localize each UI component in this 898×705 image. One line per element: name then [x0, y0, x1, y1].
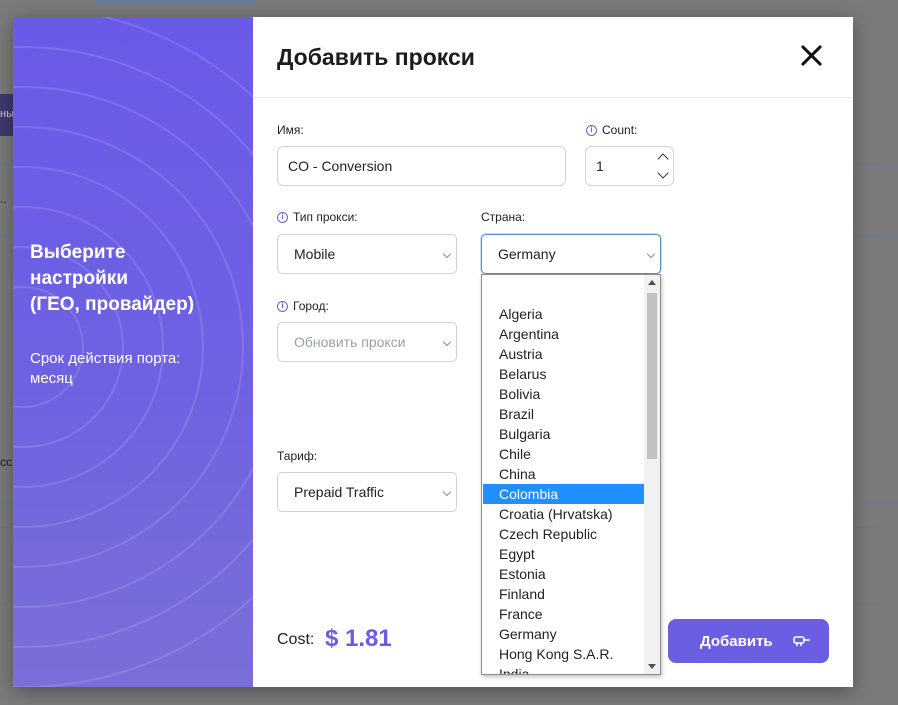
scroll-down-icon[interactable] [648, 664, 656, 669]
country-option[interactable]: Argentina [483, 324, 644, 344]
modal-sidebar: Выберите настройки (ГЕО, провайдер) Срок… [13, 17, 253, 687]
proxy-type-label: i Тип прокси: [277, 210, 358, 224]
chevron-down-icon [442, 337, 452, 347]
country-label-text: Страна: [481, 210, 526, 224]
country-option[interactable]: Czech Republic [483, 524, 644, 544]
tariff-value: Prepaid Traffic [294, 484, 385, 500]
country-option[interactable]: Bolivia [483, 384, 644, 404]
count-label: i Count: [586, 123, 637, 137]
add-proxy-modal: Выберите настройки (ГЕО, провайдер) Срок… [13, 17, 853, 687]
country-option[interactable] [483, 284, 644, 304]
name-label-text: Имя: [277, 123, 304, 137]
count-stepper[interactable]: 1 [585, 146, 674, 186]
country-option[interactable]: Colombia [483, 484, 644, 504]
country-option[interactable]: Croatia (Hrvatska) [483, 504, 644, 524]
background-top-bar [95, 0, 255, 3]
country-option[interactable]: Belarus [483, 364, 644, 384]
info-icon[interactable]: i [277, 211, 288, 223]
add-button[interactable]: Добавить [668, 619, 829, 663]
tariff-label-text: Тариф: [277, 449, 318, 463]
country-option[interactable]: Austria [483, 344, 644, 364]
count-label-text: Count: [602, 123, 638, 137]
sidebar-subtitle: Срок действия порта: месяц [30, 350, 181, 387]
country-option[interactable]: China [483, 464, 644, 484]
city-label: i Город: [277, 299, 329, 313]
chevron-down-icon [442, 249, 452, 259]
chevron-up-icon[interactable] [657, 153, 669, 165]
chevron-down-icon[interactable] [657, 167, 669, 179]
name-input[interactable]: CO - Conversion [277, 146, 566, 186]
country-option[interactable]: Bulgaria [483, 424, 644, 444]
chevron-down-icon [646, 249, 656, 259]
country-option[interactable]: Finland [483, 584, 644, 604]
proxy-type-value: Mobile [294, 246, 336, 262]
info-icon[interactable]: i [586, 124, 597, 136]
country-dropdown-list[interactable]: Algeria Argentina Austria Belarus Bolivia Bra… [481, 274, 661, 675]
cost-value: $ 1.81 [325, 625, 392, 652]
tariff-select[interactable]: Prepaid Traffic [277, 472, 457, 512]
close-icon[interactable] [799, 43, 825, 69]
count-value: 1 [596, 158, 604, 174]
background-text: .. [0, 192, 7, 206]
country-label: Страна: [481, 210, 525, 224]
country-option[interactable]: Chile [483, 444, 644, 464]
country-option[interactable]: Brazil [483, 404, 644, 424]
dropdown-scrollbar[interactable] [644, 275, 660, 674]
proxy-type-select[interactable]: Mobile [277, 234, 457, 274]
country-option[interactable]: India [483, 664, 644, 674]
city-select[interactable]: Обновить прокси [277, 322, 457, 362]
country-value: Germany [498, 246, 556, 262]
country-option[interactable]: France [483, 604, 644, 624]
city-placeholder: Обновить прокси [294, 334, 406, 350]
tariff-label: Тариф: [277, 449, 317, 463]
background-tab-label: ны [0, 108, 14, 120]
cost-label: Cost: [277, 631, 315, 648]
proxy-type-label-text: Тип прокси: [293, 210, 358, 224]
name-label: Имя: [277, 123, 304, 137]
info-icon[interactable]: i [277, 300, 288, 312]
add-button-label: Добавить [700, 632, 773, 650]
country-option[interactable]: Estonia [483, 564, 644, 584]
country-option[interactable]: Hong Kong S.A.R. [483, 644, 644, 664]
background-tab: ны [0, 94, 14, 136]
chevron-down-icon [442, 487, 452, 497]
country-option[interactable]: Egypt [483, 544, 644, 564]
sidebar-title: Выберите настройки (ГЕО, провайдер) [30, 242, 195, 315]
plug-icon [793, 636, 810, 646]
background-text: cc [0, 455, 12, 469]
name-input-value: CO - Conversion [288, 158, 393, 174]
scroll-up-icon[interactable] [648, 280, 656, 285]
country-select[interactable]: Germany [481, 234, 661, 274]
country-option[interactable]: Algeria [483, 304, 644, 324]
modal-title: Добавить прокси [277, 44, 475, 70]
country-option[interactable]: Germany [483, 624, 644, 644]
scrollbar-thumb[interactable] [647, 293, 657, 459]
modal-header: Добавить прокси [253, 17, 853, 98]
city-label-text: Город: [293, 299, 329, 313]
